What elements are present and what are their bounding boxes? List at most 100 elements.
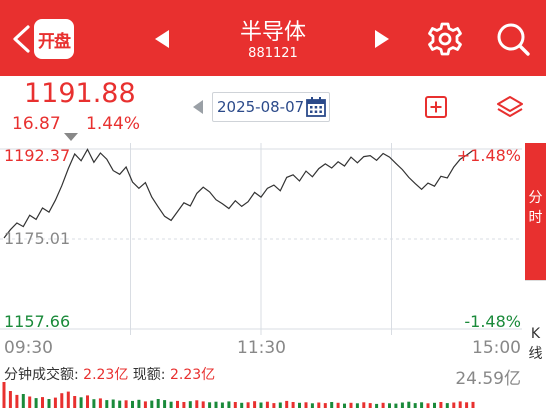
volume-bar xyxy=(163,400,167,408)
volume-bar xyxy=(53,397,57,408)
calendar-icon xyxy=(306,97,326,117)
volume-bar xyxy=(246,402,250,408)
volume-bar xyxy=(214,401,218,408)
price-change: 16.87 xyxy=(12,114,61,134)
prev-icon[interactable] xyxy=(152,28,172,50)
search-icon[interactable] xyxy=(494,20,532,58)
volume-bar xyxy=(349,402,353,408)
volume-bar xyxy=(465,402,469,408)
volume-bar xyxy=(92,399,96,408)
prev-close-label: 1175.01 xyxy=(4,229,71,248)
volume-bar xyxy=(413,403,417,408)
app-logo[interactable]: 开盘 xyxy=(34,19,74,59)
date-text: 2025-08-07 xyxy=(217,98,305,116)
volume-bar xyxy=(445,403,449,408)
header-bar: 开盘 半导体 881121 xyxy=(0,0,546,76)
volume-bar xyxy=(317,402,321,408)
volume-bar xyxy=(298,402,301,408)
tab-divider xyxy=(525,280,546,281)
volume-bar xyxy=(433,402,436,408)
volume-bar xyxy=(265,401,269,408)
volume-bar xyxy=(394,403,398,408)
volume-bar xyxy=(208,402,212,408)
high-price-label: 1192.37 xyxy=(4,146,71,165)
chart-grid xyxy=(0,143,522,335)
volume-bar xyxy=(362,402,366,408)
caret-down-icon xyxy=(64,133,78,141)
volume-bar xyxy=(34,398,38,408)
volume-bar xyxy=(368,403,372,408)
low-pct-label: -1.48% xyxy=(464,312,521,331)
price-change-pct: 1.44% xyxy=(86,114,141,134)
volume-bar xyxy=(323,403,327,408)
volume-bar xyxy=(201,401,205,408)
tab-kline[interactable]: K 线 xyxy=(525,324,546,374)
low-price-label: 1157.66 xyxy=(4,312,71,331)
volume-bar xyxy=(86,395,89,408)
date-prev-icon[interactable] xyxy=(192,99,204,115)
tab-fenshi-char-2: 时 xyxy=(528,210,543,226)
date-picker[interactable]: 2025-08-07 xyxy=(212,92,330,122)
volume-bar xyxy=(285,400,289,408)
volume-bar xyxy=(240,402,244,408)
volume-bar xyxy=(426,403,430,408)
volume-bar xyxy=(388,403,391,408)
volume-bar xyxy=(118,400,122,408)
current-price: 1191.88 xyxy=(24,78,136,109)
volume-bar xyxy=(98,398,102,408)
volume-bar xyxy=(28,396,32,408)
gear-icon[interactable] xyxy=(426,20,464,58)
volume-bar xyxy=(188,401,192,408)
volume-chart xyxy=(2,382,475,408)
volume-bar xyxy=(150,400,154,408)
time-start-label: 09:30 xyxy=(4,338,53,358)
volume-bar xyxy=(471,401,475,408)
volume-bar xyxy=(21,394,25,408)
price-line xyxy=(3,148,474,239)
high-pct-label: +1.48% xyxy=(456,146,521,165)
time-end-label: 15:00 xyxy=(472,338,521,358)
volume-bar xyxy=(73,396,77,408)
volume-bar xyxy=(381,402,385,408)
volume-bar xyxy=(233,402,237,408)
volume-bar xyxy=(355,403,359,408)
add-watchlist-icon[interactable] xyxy=(424,95,448,119)
volume-bar xyxy=(291,402,295,408)
volume-bar xyxy=(66,391,70,408)
volume-bar xyxy=(272,403,276,408)
volume-bar xyxy=(343,403,346,408)
layers-icon[interactable] xyxy=(496,94,524,120)
volume-bar xyxy=(336,402,340,408)
volume-bar xyxy=(227,401,231,408)
volume-bar xyxy=(156,399,160,408)
volume-bar xyxy=(41,397,44,408)
volume-bar xyxy=(105,400,109,408)
tab-fenshi[interactable]: 分 时 xyxy=(525,143,546,280)
volume-bar xyxy=(458,401,462,408)
volume-bar xyxy=(169,401,173,408)
volume-bar xyxy=(259,402,263,408)
volume-bar xyxy=(60,393,64,408)
volume-bar xyxy=(111,399,115,408)
volume-bar xyxy=(278,402,282,408)
volume-bar xyxy=(8,391,12,408)
next-icon[interactable] xyxy=(372,28,392,50)
volume-bar xyxy=(47,399,51,408)
volume-bar xyxy=(2,382,6,408)
volume-bar xyxy=(15,394,19,408)
volume-bar xyxy=(79,397,83,408)
volume-bar xyxy=(131,400,134,408)
volume-bar xyxy=(124,400,128,408)
volume-bar xyxy=(407,401,411,408)
volume-bar xyxy=(330,402,334,408)
volume-bar xyxy=(310,403,314,408)
volume-bar xyxy=(195,400,199,408)
volume-bar xyxy=(220,402,224,408)
volume-bar xyxy=(452,402,456,408)
intraday-chart[interactable] xyxy=(0,143,522,335)
volume-bar xyxy=(400,402,404,408)
back-icon[interactable] xyxy=(10,24,32,54)
volume-bar xyxy=(375,403,379,408)
tab-kline-char-1: K xyxy=(530,326,541,342)
volume-bar xyxy=(182,402,186,408)
